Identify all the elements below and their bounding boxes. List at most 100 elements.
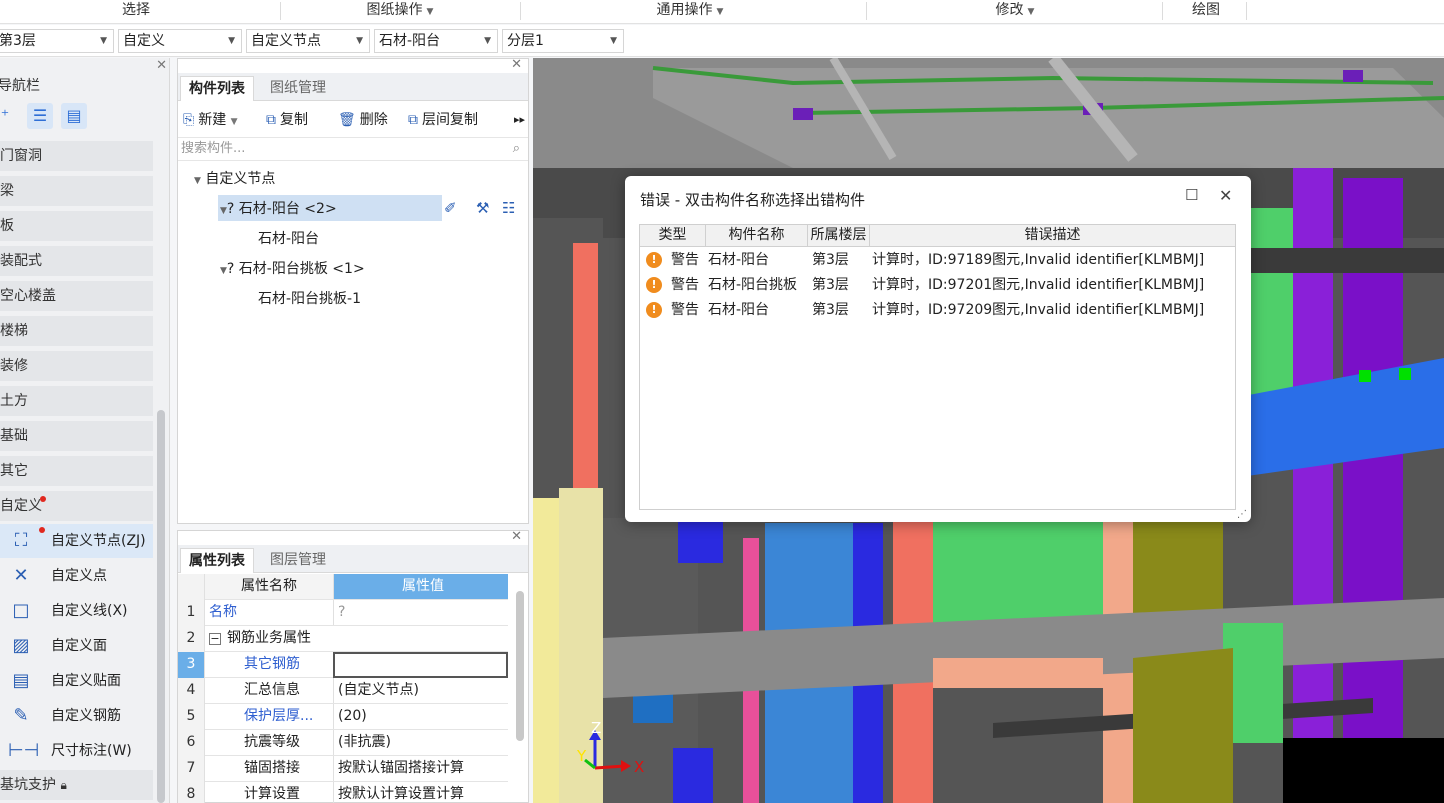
error-dialog: 错误 - 双击构件名称选择出错构件 ☐ ✕ 类型 构件名称 所属楼层 错误描述 …: [625, 176, 1251, 522]
tree-group-balcony[interactable]: ▼? 石材-阳台 <2>: [220, 197, 337, 223]
search-icon[interactable]: ⌕: [513, 138, 520, 160]
nav-category-slab[interactable]: 板: [0, 211, 153, 241]
property-row[interactable]: 6 抗震等级 (非抗震): [178, 730, 508, 756]
ribbon-separator: [280, 2, 281, 20]
notification-dot: [40, 496, 46, 502]
type-select[interactable]: 自定义节点 ▼: [246, 29, 370, 53]
edit-icon[interactable]: ✐: [444, 199, 457, 217]
error-row[interactable]: ! 警告 石材-阳台 第3层 计算时，ID:97209图元,Invalid id…: [640, 298, 1235, 323]
property-header: 属性名称 属性值: [178, 574, 508, 600]
maximize-icon[interactable]: ☐: [1185, 186, 1198, 204]
floor-select[interactable]: 第3层 ▼: [0, 29, 114, 53]
nav-item-custom-area[interactable]: ▨ 自定义面: [0, 629, 153, 663]
new-button[interactable]: ⎘ 新建 ▼: [183, 108, 238, 134]
more-icon[interactable]: ▸▸: [514, 108, 525, 132]
property-tabs: 属性列表 图层管理: [178, 545, 528, 573]
nav-item-dimension[interactable]: ⊢⊣ 尺寸标注(W): [0, 734, 153, 768]
property-row[interactable]: 5 保护层厚... (20): [178, 704, 508, 730]
tab-component-list[interactable]: 构件列表: [180, 76, 254, 101]
floor-copy-button[interactable]: ⧉ 层间复制: [408, 108, 478, 132]
nav-category-prefab[interactable]: 装配式: [0, 246, 153, 276]
nav-category-decoration[interactable]: 装修: [0, 351, 153, 381]
resize-grip-icon[interactable]: ⋰: [1237, 509, 1247, 520]
new-icon: ⎘: [183, 112, 195, 128]
nav-category-beam[interactable]: 梁: [0, 176, 153, 206]
component-tabs: 构件列表 图纸管理: [178, 73, 528, 101]
tree-root[interactable]: ▼ 自定义节点: [194, 167, 275, 193]
nav-category-other[interactable]: 其它: [0, 456, 153, 486]
other-rebar-input[interactable]: [333, 652, 508, 678]
error-table-header: 类型 构件名称 所属楼层 错误描述: [640, 225, 1235, 247]
tree-item-balcony[interactable]: 石材-阳台: [258, 227, 319, 251]
chevron-down-icon: ▼: [220, 266, 227, 276]
property-row-selected[interactable]: 3 其它钢筋: [178, 652, 508, 678]
detail-view-icon[interactable]: ▤: [61, 103, 87, 129]
dialog-title: 错误 - 双击构件名称选择出错构件: [640, 191, 865, 209]
category-select[interactable]: 自定义 ▼: [118, 29, 242, 53]
nav-item-custom-point[interactable]: ✕ 自定义点: [0, 559, 153, 593]
ribbon-separator: [866, 2, 867, 20]
warning-icon: !: [646, 252, 662, 268]
ribbon-group-modify[interactable]: 修改 ▼: [970, 0, 1060, 24]
nav-item-custom-rebar[interactable]: ✎ 自定义钢筋: [0, 699, 153, 733]
close-icon[interactable]: ✕: [511, 57, 522, 72]
tab-drawing-management[interactable]: 图纸管理: [262, 76, 334, 101]
property-row[interactable]: 4 汇总信息 (自定义节点): [178, 678, 508, 704]
tool-icon[interactable]: ⚒: [476, 199, 489, 217]
ribbon-group-drawing-ops[interactable]: 图纸操作 ▼: [340, 0, 460, 24]
tab-property-list[interactable]: 属性列表: [180, 548, 254, 573]
chevron-down-icon: ▼: [228, 36, 235, 46]
property-row[interactable]: 8 计算设置 按默认计算设置计算: [178, 782, 508, 803]
header-property-value: 属性值: [333, 574, 508, 599]
collapse-icon[interactable]: −: [209, 633, 221, 645]
close-icon[interactable]: ✕: [156, 58, 167, 73]
ribbon-separator: [520, 2, 521, 20]
selector-bar: 第3层 ▼ 自定义 ▼ 自定义节点 ▼ 石材-阳台 ▼ 分层1 ▼: [0, 25, 1444, 57]
tab-layer-management[interactable]: 图层管理: [262, 548, 334, 573]
nav-category-custom[interactable]: 自定义: [0, 491, 153, 521]
close-icon[interactable]: ✕: [1219, 186, 1232, 205]
nav-category-foundation[interactable]: 基础: [0, 421, 153, 451]
header-num: [178, 574, 205, 600]
error-row[interactable]: ! 警告 石材-阳台挑板 第3层 计算时，ID:97201图元,Invalid …: [640, 273, 1235, 298]
axis-x-label: X: [634, 758, 644, 776]
ribbon-separator: [1246, 2, 1247, 20]
nav-category-pit-support[interactable]: 基坑支护 🔒︎: [0, 770, 153, 800]
chevron-down-icon: ▼: [610, 36, 617, 46]
properties-icon[interactable]: ☷: [502, 199, 515, 217]
component-select[interactable]: 石材-阳台 ▼: [374, 29, 498, 53]
chevron-down-icon: ▼: [100, 36, 107, 46]
copy-button[interactable]: ⧉ 复制: [266, 108, 308, 132]
ribbon-group-draw[interactable]: 绘图: [1176, 0, 1236, 24]
column-description[interactable]: 错误描述: [870, 225, 1235, 246]
nav-title: 导航栏: [0, 78, 40, 94]
property-row[interactable]: 7 锚固搭接 按默认锚固搭接计算: [178, 756, 508, 782]
error-row[interactable]: ! 警告 石材-阳台 第3层 计算时，ID:97189图元,Invalid id…: [640, 248, 1235, 273]
list-view-icon[interactable]: ☰: [27, 103, 53, 129]
nav-item-custom-line[interactable]: □ 自定义线(X): [0, 594, 153, 628]
ribbon: 选择 图纸操作 ▼ 通用操作 ▼ 修改 ▼ 绘图: [0, 0, 1444, 24]
add-icon[interactable]: ⁺: [0, 103, 18, 129]
nav-category-hollow-floor[interactable]: 空心楼盖: [0, 281, 153, 311]
nav-category-doors-windows[interactable]: 门窗洞: [0, 141, 153, 171]
delete-button[interactable]: 🗑︎ 删除: [338, 108, 388, 132]
chevron-down-icon: ▼: [230, 117, 238, 127]
ribbon-group-general-ops[interactable]: 通用操作 ▼: [630, 0, 750, 24]
column-type[interactable]: 类型: [640, 225, 706, 246]
close-icon[interactable]: ✕: [511, 529, 522, 544]
tree-item-balcony-slab[interactable]: 石材-阳台挑板-1: [258, 287, 361, 311]
property-row[interactable]: 2 − 钢筋业务属性: [178, 626, 508, 652]
layer-select[interactable]: 分层1 ▼: [502, 29, 624, 53]
nav-item-custom-patch[interactable]: ▤ 自定义贴面: [0, 664, 153, 698]
column-floor[interactable]: 所属楼层: [808, 225, 870, 246]
nav-category-stairs[interactable]: 楼梯: [0, 316, 153, 346]
property-row[interactable]: 1 名称 ?: [178, 600, 508, 626]
nav-scrollbar[interactable]: [157, 410, 165, 803]
tree-group-balcony-slab[interactable]: ▼? 石材-阳台挑板 <1>: [220, 257, 365, 283]
property-scrollbar[interactable]: [516, 591, 524, 741]
column-name[interactable]: 构件名称: [706, 225, 808, 246]
nav-item-custom-node[interactable]: ⛶ 自定义节点(ZJ): [0, 524, 153, 558]
ribbon-group-select[interactable]: 选择: [100, 0, 172, 24]
search-input[interactable]: 搜索构件... ⌕: [178, 137, 528, 161]
nav-category-earthwork[interactable]: 土方: [0, 386, 153, 416]
